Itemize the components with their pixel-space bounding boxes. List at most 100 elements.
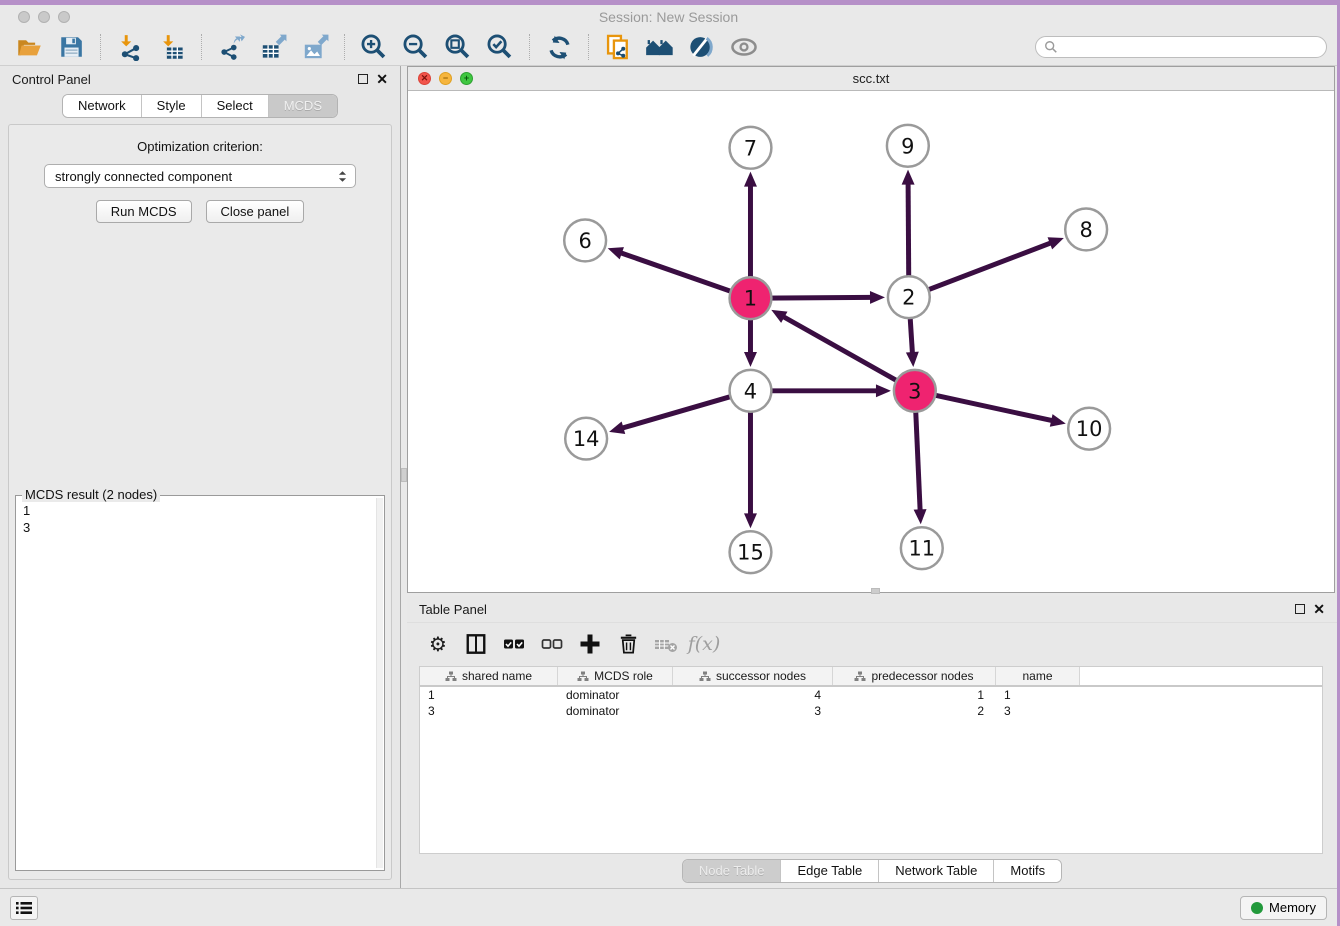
trash-icon[interactable] [613, 629, 643, 659]
window-title: Session: New Session [0, 9, 1337, 25]
main-toolbar [0, 29, 1337, 66]
column-header-shared-name[interactable]: shared name [420, 667, 558, 685]
search-field[interactable] [1035, 36, 1327, 58]
graph-edge-arrowhead [876, 384, 891, 397]
graph-node-label: 10 [1076, 417, 1103, 441]
tab-style[interactable]: Style [142, 95, 202, 117]
gear-icon[interactable]: ⚙ [423, 629, 453, 659]
table-cell[interactable]: 3 [996, 704, 1080, 718]
houses-icon[interactable] [641, 32, 679, 62]
table-row[interactable]: 1 dominator 4 1 1 [420, 687, 1322, 703]
zoom-fit-icon[interactable] [439, 32, 477, 62]
table-cell[interactable]: 3 [420, 704, 558, 718]
table-tabs: Node Table Edge Table Network Table Moti… [682, 859, 1062, 883]
memory-button[interactable]: Memory [1240, 896, 1327, 920]
table-cell[interactable]: 1 [833, 688, 996, 702]
add-row-icon[interactable] [575, 629, 605, 659]
network-canvas[interactable]: 7968124314101511 [408, 91, 1334, 592]
close-panel-icon[interactable]: ✕ [376, 72, 388, 86]
float-panel-icon[interactable] [358, 74, 368, 84]
graph-edge-3-1[interactable] [783, 317, 914, 391]
graph-node-label: 11 [908, 537, 935, 561]
import-table-icon[interactable] [153, 32, 191, 62]
eye-icon[interactable] [725, 32, 763, 62]
column-header-name[interactable]: name [996, 667, 1080, 685]
search-input[interactable] [1063, 40, 1318, 55]
graph-node-label: 8 [1079, 218, 1092, 242]
tab-select[interactable]: Select [202, 95, 269, 117]
network-window-title: scc.txt [408, 71, 1334, 86]
network-view-window: ✕ − + scc.txt 7968124314101511 [407, 66, 1335, 593]
table-cell[interactable]: 1 [996, 688, 1080, 702]
close-panel-icon[interactable]: ✕ [1313, 602, 1325, 616]
export-network-icon[interactable] [212, 32, 250, 62]
tab-mcds[interactable]: MCDS [269, 95, 337, 117]
memory-label: Memory [1269, 900, 1316, 915]
toolbar-separator [588, 34, 589, 60]
crossed-circle-icon[interactable] [683, 32, 721, 62]
control-panel-title: Control Panel [12, 72, 91, 87]
zoom-in-icon[interactable] [355, 32, 393, 62]
graph-node-label: 7 [744, 136, 757, 160]
float-panel-icon[interactable] [1295, 604, 1305, 614]
close-panel-button[interactable]: Close panel [206, 200, 305, 223]
panel-splitter[interactable] [400, 66, 407, 888]
function-builder-icon[interactable]: f(x) [689, 629, 719, 659]
tab-edge-table[interactable]: Edge Table [781, 860, 879, 882]
table-cell[interactable]: dominator [558, 688, 673, 702]
save-floppy-icon[interactable] [52, 32, 90, 62]
graph-edge-arrowhead [744, 352, 757, 367]
import-network-icon[interactable] [111, 32, 149, 62]
refresh-layout-icon[interactable] [540, 32, 578, 62]
zoom-out-icon[interactable] [397, 32, 435, 62]
graph-node-label: 15 [737, 541, 764, 565]
zoom-selected-icon[interactable] [481, 32, 519, 62]
column-header-successor-nodes[interactable]: successor nodes [673, 667, 833, 685]
table-panel-title: Table Panel [419, 602, 487, 617]
clone-network-icon[interactable] [599, 32, 637, 62]
result-scrollbar[interactable] [376, 498, 383, 868]
column-header-mcds-role[interactable]: MCDS role [558, 667, 673, 685]
show-columns-icon[interactable] [461, 629, 491, 659]
network-graph: 7968124314101511 [408, 91, 1334, 592]
run-mcds-button[interactable]: Run MCDS [96, 200, 192, 223]
tab-network-table[interactable]: Network Table [879, 860, 994, 882]
mcds-result-textarea[interactable]: 1 3 [16, 496, 376, 870]
titlebar: Session: New Session [0, 5, 1337, 29]
graph-node-label: 3 [908, 379, 921, 403]
table-cell[interactable]: 1 [420, 688, 558, 702]
task-list-icon[interactable] [10, 896, 38, 920]
open-folder-icon[interactable] [10, 32, 48, 62]
graph-edge-arrowhead [906, 352, 919, 367]
control-panel-header: Control Panel ✕ [0, 66, 400, 92]
resize-handle[interactable] [871, 588, 880, 594]
status-bar: Memory [0, 888, 1337, 926]
tab-network[interactable]: Network [63, 95, 142, 117]
delete-table-icon[interactable] [651, 629, 681, 659]
table-cell[interactable]: 2 [833, 704, 996, 718]
graph-node-label: 1 [744, 287, 757, 311]
export-table-icon[interactable] [254, 32, 292, 62]
table-row[interactable]: 3 dominator 3 2 3 [420, 703, 1322, 719]
tab-motifs[interactable]: Motifs [994, 860, 1061, 882]
table-panel: Table Panel ✕ ⚙ [407, 596, 1337, 888]
network-window-titlebar[interactable]: ✕ − + scc.txt [408, 67, 1334, 91]
toolbar-separator [201, 34, 202, 60]
criterion-dropdown[interactable]: strongly connected component [44, 164, 356, 188]
memory-status-icon [1251, 902, 1263, 914]
deselect-all-icon[interactable] [537, 629, 567, 659]
table-cell[interactable]: 4 [673, 688, 833, 702]
table-cell[interactable]: dominator [558, 704, 673, 718]
select-all-icon[interactable] [499, 629, 529, 659]
graph-edge-arrowhead [609, 422, 625, 434]
tab-node-table[interactable]: Node Table [683, 860, 782, 882]
tree-icon [445, 671, 457, 682]
graph-edge-2-8[interactable] [909, 243, 1051, 297]
table-header-row: shared name MCDS role successor nodes [420, 667, 1322, 687]
result-line: 1 [23, 502, 374, 519]
column-header-predecessor-nodes[interactable]: predecessor nodes [833, 667, 996, 685]
export-image-icon[interactable] [296, 32, 334, 62]
graph-node-label: 14 [573, 427, 600, 451]
table-cell[interactable]: 3 [673, 704, 833, 718]
mcds-panel: Optimization criterion: strongly connect… [8, 124, 392, 880]
